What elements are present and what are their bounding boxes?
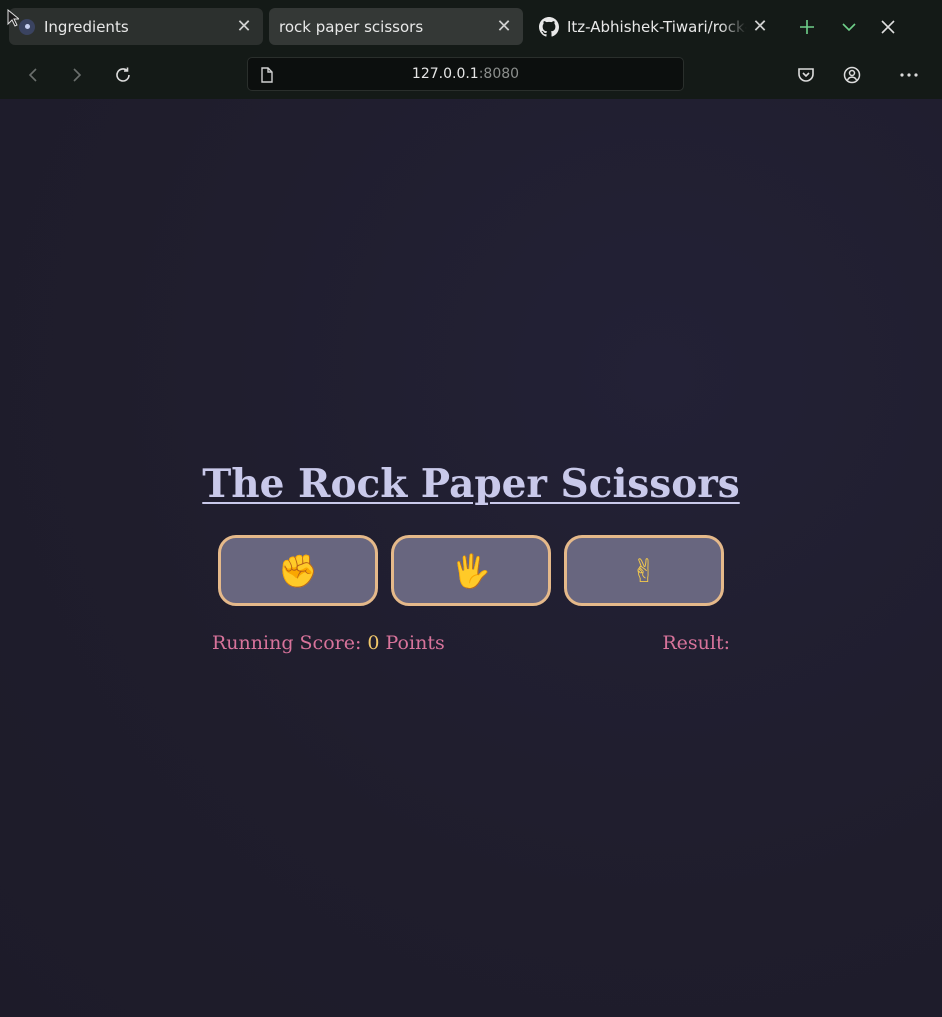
tab-github-repo[interactable]: Itz-Abhishek-Tiwari/rock-paper-scissors … [529, 8, 779, 45]
url-port: :8080 [478, 66, 520, 82]
close-icon [881, 20, 895, 34]
tab-title: Ingredients [44, 17, 129, 36]
choice-buttons: ✊ 🖐 ✌ [218, 535, 724, 606]
pocket-button[interactable] [791, 60, 821, 90]
navigation-toolbar: 127.0.0.1:8080 [0, 52, 942, 99]
url-text: 127.0.0.1:8080 [248, 66, 683, 82]
close-tab-icon[interactable]: ✕ [231, 14, 257, 40]
tab-title: Itz-Abhishek-Tiwari/rock-paper-scissors [567, 17, 747, 36]
pocket-icon [798, 68, 814, 82]
score-label: Running Score: [212, 632, 362, 654]
score-unit: Points [385, 632, 445, 654]
game-title: The Rock Paper Scissors [202, 461, 740, 507]
mouse-cursor-icon [7, 9, 19, 27]
account-button[interactable] [837, 60, 867, 90]
reload-icon [116, 67, 130, 82]
address-bar[interactable]: 127.0.0.1:8080 [247, 57, 684, 91]
scissors-victory-hand-icon: ✌ [630, 551, 658, 590]
forward-button[interactable] [62, 60, 92, 90]
github-icon [539, 16, 559, 37]
rock-button[interactable]: ✊ [218, 535, 378, 606]
plus-icon [800, 20, 814, 34]
score-row: Running Score: 0 Points Result: [212, 632, 732, 658]
tab-ingredients[interactable]: Ingredients ✕ [9, 8, 263, 45]
url-host: 127.0.0.1 [411, 66, 479, 82]
tab-title: rock paper scissors [279, 17, 424, 36]
result-label: Result: [662, 632, 730, 654]
scissors-button[interactable]: ✌ [564, 535, 724, 606]
paper-hand-icon: 🖐 [451, 551, 491, 590]
close-tab-icon[interactable]: ✕ [491, 14, 517, 40]
page-content: The Rock Paper Scissors ✊ 🖐 ✌ Running Sc… [0, 99, 942, 1017]
close-tab-icon[interactable]: ✕ [747, 14, 773, 40]
forward-arrow-icon [73, 68, 82, 82]
account-icon [843, 66, 861, 84]
back-arrow-icon [28, 68, 37, 82]
rock-fist-icon: ✊ [278, 551, 318, 590]
menu-button[interactable] [894, 60, 924, 90]
page-icon [260, 67, 274, 87]
site-favicon-icon [19, 18, 35, 35]
close-window-button[interactable] [874, 13, 902, 41]
running-score: Running Score: 0 Points [212, 632, 445, 654]
chevron-down-icon [842, 23, 856, 32]
more-options-icon [900, 73, 918, 77]
browser-chrome: Ingredients ✕ rock paper scissors ✕ Itz-… [0, 0, 942, 99]
score-value: 0 [367, 632, 380, 654]
tab-bar: Ingredients ✕ rock paper scissors ✕ Itz-… [0, 0, 942, 52]
tab-rock-paper-scissors[interactable]: rock paper scissors ✕ [269, 8, 523, 45]
paper-button[interactable]: 🖐 [391, 535, 551, 606]
new-tab-button[interactable] [793, 13, 821, 41]
list-tabs-button[interactable] [835, 13, 863, 41]
reload-button[interactable] [108, 60, 138, 90]
back-button[interactable] [18, 60, 48, 90]
